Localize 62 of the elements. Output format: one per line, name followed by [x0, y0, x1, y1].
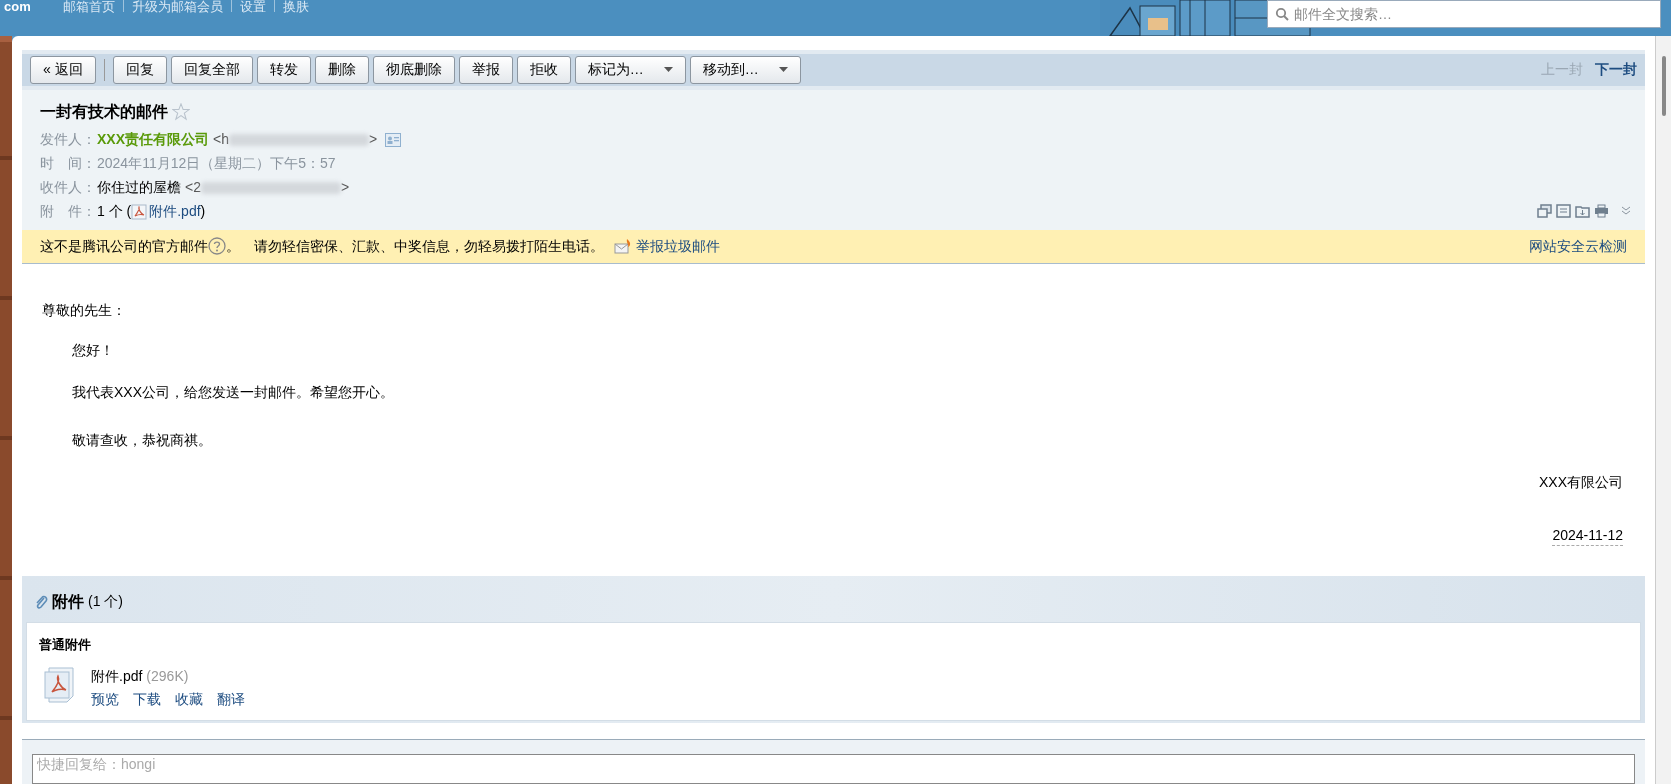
toolbar-button[interactable]: 回复全部: [170, 55, 253, 84]
pdf-icon: [131, 203, 148, 220]
file-name[interactable]: 附件.pdf: [91, 666, 143, 687]
contact-name: 你住过的屋檐: [97, 178, 181, 198]
scrollbar-thumb[interactable]: [1661, 56, 1666, 116]
attachments-title: 附件: [52, 591, 84, 612]
body-paragraph: 您好！: [71, 340, 115, 360]
email-address: >: [340, 178, 350, 198]
date-time: 2024年11月12日（星期二）下午5：57: [97, 154, 336, 174]
attachments-count: (1 个): [88, 592, 123, 611]
body-paragraph: 我代表XXX公司，给您发送一封邮件。希望您开心。: [71, 382, 395, 402]
help-icon[interactable]: [208, 237, 226, 256]
attachment-action-link[interactable]: 下载: [133, 689, 161, 710]
quick-reply-field[interactable]: 快捷回复给：hongi: [32, 754, 1635, 784]
field-label: 附 件：: [40, 202, 97, 222]
email-address: <2: [185, 178, 201, 198]
field-label: 时 间：: [40, 154, 97, 174]
body-paragraph: 敬请查收，恭祝商祺。: [71, 430, 213, 450]
envelope-flame-icon: [614, 238, 632, 255]
search-icon: [1275, 7, 1289, 21]
toolbar-button[interactable]: 回复: [112, 55, 167, 84]
print-icon[interactable]: [1594, 203, 1609, 218]
note-icon[interactable]: [1556, 203, 1571, 218]
download-icon[interactable]: [1575, 203, 1590, 218]
logo-text: com: [3, 0, 31, 14]
toolbar-button[interactable]: 拒收: [516, 55, 571, 84]
attachment-action-link[interactable]: 翻译: [217, 689, 245, 710]
attachment-count: 1 个 (: [97, 202, 132, 222]
signature-text: XXX有限公司: [1539, 472, 1623, 492]
toolbar-button[interactable]: 转发: [256, 55, 311, 84]
field-label: 收件人：: [40, 178, 97, 198]
toolbar-button[interactable]: 举报: [458, 55, 513, 84]
attachment-action-link[interactable]: 预览: [91, 689, 119, 710]
email-address: <h: [213, 130, 229, 150]
field-label: 发件人：: [40, 130, 97, 150]
email-address: >: [369, 130, 378, 150]
file-size: (296K): [146, 667, 189, 686]
search-field[interactable]: 邮件全文搜索…: [1267, 0, 1661, 28]
contact-card-icon[interactable]: [385, 132, 402, 147]
toolbar-button[interactable]: 删除: [314, 55, 369, 84]
paperclip-icon: [34, 593, 48, 610]
attachment-link[interactable]: 附件.pdf: [131, 201, 201, 223]
date-text: 2024-11-12: [1552, 525, 1623, 546]
caret-icon: [778, 67, 788, 73]
security-check-link[interactable]: 网站安全云检测: [1529, 235, 1627, 257]
toolbar-button[interactable]: 彻底删除: [372, 55, 455, 84]
new-window-icon[interactable]: [1537, 203, 1552, 218]
report-spam-link[interactable]: 举报垃圾邮件: [614, 235, 720, 257]
greeting-text: 尊敬的先生：: [42, 300, 127, 320]
mail-subject: 一封有技术的邮件: [40, 101, 168, 122]
caret-icon: [663, 67, 673, 73]
star-icon[interactable]: [172, 102, 190, 121]
warning-notice: 。 请勿轻信密保、汇款、中奖信息，勿轻易拨打陌生电话。: [226, 236, 604, 256]
attachment-action-link[interactable]: 收藏: [175, 689, 203, 710]
toolbar-button[interactable]: 移动到…: [689, 55, 801, 84]
toolbar-button[interactable]: 标记为…: [574, 55, 686, 84]
attachment-count: ): [200, 202, 206, 222]
expand-icon[interactable]: [1621, 205, 1631, 216]
nav-link[interactable]: 下一封: [1595, 59, 1637, 81]
toolbar-button[interactable]: « 返回: [30, 55, 96, 84]
warning-text: 这不是腾讯公司的官方邮件: [40, 236, 208, 256]
attachment-group-title: 普通附件: [39, 635, 92, 654]
